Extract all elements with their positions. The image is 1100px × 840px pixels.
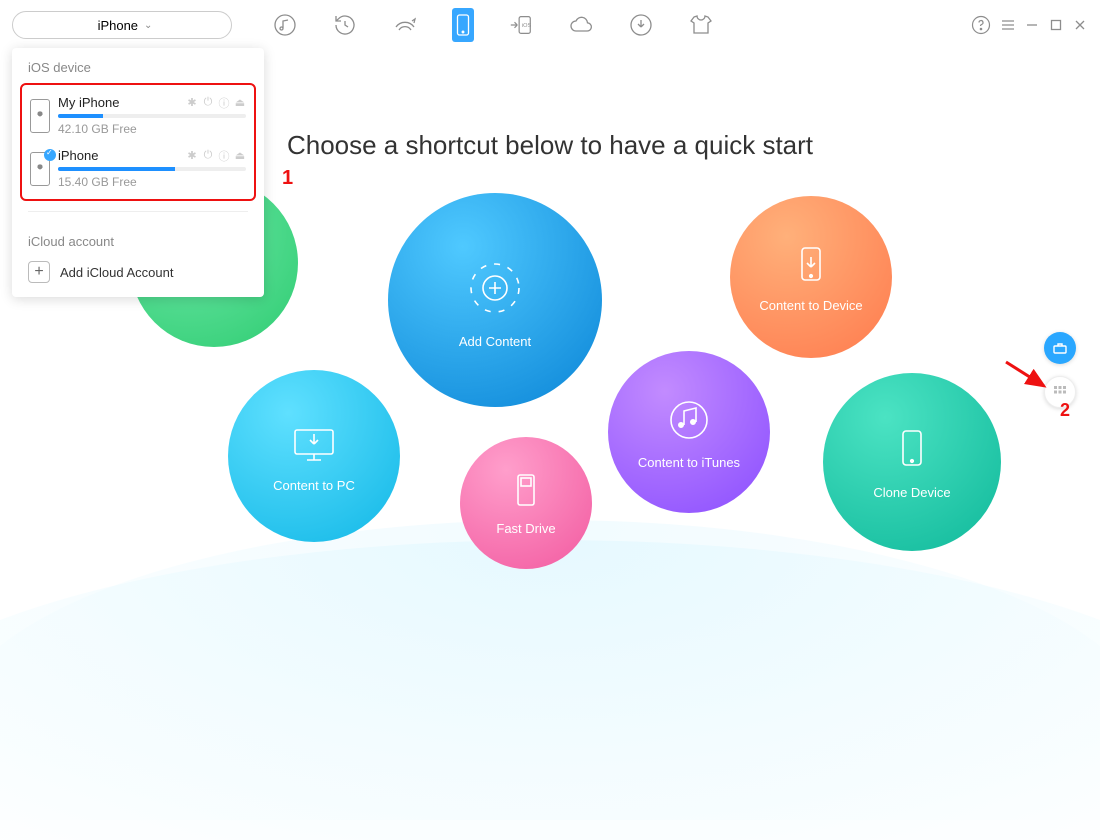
storage-bar [58, 114, 246, 118]
bubble-label: Content to PC [273, 478, 355, 493]
eject-icon[interactable]: ⏏ [234, 150, 246, 162]
phone-icon[interactable] [452, 8, 474, 42]
menu-icon[interactable] [1000, 17, 1016, 33]
bubble-clone-device[interactable]: Clone Device [823, 373, 1001, 551]
storage-free: 15.40 GB Free [58, 175, 246, 189]
bubble-label: Clone Device [873, 485, 950, 500]
device-row[interactable]: My iPhone ✱ ⏻ ⓘ ⏏ 42.10 GB Free [28, 89, 248, 142]
svg-text:iOS: iOS [522, 23, 532, 29]
annotation-1: 1 [282, 167, 293, 190]
music-icon[interactable] [272, 12, 298, 38]
bubble-content-to-itunes[interactable]: Content to iTunes [608, 351, 770, 513]
minimize-button[interactable] [1024, 17, 1040, 33]
to-ios-icon[interactable]: iOS [508, 12, 534, 38]
download-icon[interactable] [628, 12, 654, 38]
bubble-label: Fast Drive [496, 521, 555, 536]
chevron-down-icon: ⌄ [144, 20, 152, 31]
info-icon[interactable]: ⓘ [218, 150, 230, 162]
add-icloud-button[interactable]: + Add iCloud Account [28, 261, 248, 283]
gear-icon[interactable]: ✱ [186, 150, 198, 162]
add-icloud-label: Add iCloud Account [60, 265, 173, 280]
maximize-button[interactable] [1048, 17, 1064, 33]
device-actions: ✱ ⏻ ⓘ ⏏ [186, 97, 246, 109]
add-content-icon [459, 252, 531, 324]
device-selector-label: iPhone [98, 18, 138, 33]
info-icon[interactable]: ⓘ [218, 97, 230, 109]
clone-device-icon [891, 425, 933, 475]
bubble-add-content[interactable]: Add Content [388, 193, 602, 407]
annotation-arrow [1002, 358, 1052, 394]
plus-icon: + [28, 261, 50, 283]
bubble-label: Add Content [459, 334, 531, 349]
check-icon [44, 149, 56, 161]
device-actions: ✱ ⏻ ⓘ ⏏ [186, 150, 246, 162]
device-icon [30, 152, 50, 186]
fast-drive-icon [509, 471, 543, 511]
device-name: iPhone [58, 148, 98, 163]
power-icon[interactable]: ⏻ [202, 97, 214, 109]
to-itunes-icon [664, 395, 714, 445]
tshirt-icon[interactable] [688, 12, 714, 38]
ios-section-label: iOS device [12, 48, 264, 83]
cloud-icon[interactable] [568, 12, 594, 38]
eject-icon[interactable]: ⏏ [234, 97, 246, 109]
toolbar-tabs: iOS [272, 8, 714, 42]
device-dropdown: iOS device My iPhone ✱ ⏻ ⓘ ⏏ 42.10 GB Fr… [12, 48, 264, 297]
bubble-label: Content to iTunes [638, 455, 740, 470]
wifi-sync-icon[interactable] [392, 12, 418, 38]
window-controls [970, 14, 1088, 36]
icloud-section-label: iCloud account [12, 222, 264, 257]
device-row[interactable]: iPhone ✱ ⏻ ⓘ ⏏ 15.40 GB Free [28, 142, 248, 195]
bubble-content-to-pc[interactable]: Content to PC [228, 370, 400, 542]
bubble-fast-drive[interactable]: Fast Drive [460, 437, 592, 569]
storage-bar [58, 167, 246, 171]
bubble-label: Content to Device [759, 298, 862, 313]
close-button[interactable] [1072, 17, 1088, 33]
device-list: My iPhone ✱ ⏻ ⓘ ⏏ 42.10 GB Free iPhone [20, 83, 256, 201]
to-device-icon [788, 242, 834, 288]
to-pc-icon [287, 420, 341, 468]
storage-free: 42.10 GB Free [58, 122, 246, 136]
gear-icon[interactable]: ✱ [186, 97, 198, 109]
device-selector[interactable]: iPhone ⌄ [12, 11, 232, 39]
device-icon [30, 99, 50, 133]
bubble-content-to-device[interactable]: Content to Device [730, 196, 892, 358]
history-icon[interactable] [332, 12, 358, 38]
device-name: My iPhone [58, 95, 119, 110]
power-icon[interactable]: ⏻ [202, 150, 214, 162]
toolbar: iPhone ⌄ iOS [0, 0, 1100, 50]
help-icon[interactable] [970, 14, 992, 36]
annotation-2: 2 [1060, 400, 1070, 421]
